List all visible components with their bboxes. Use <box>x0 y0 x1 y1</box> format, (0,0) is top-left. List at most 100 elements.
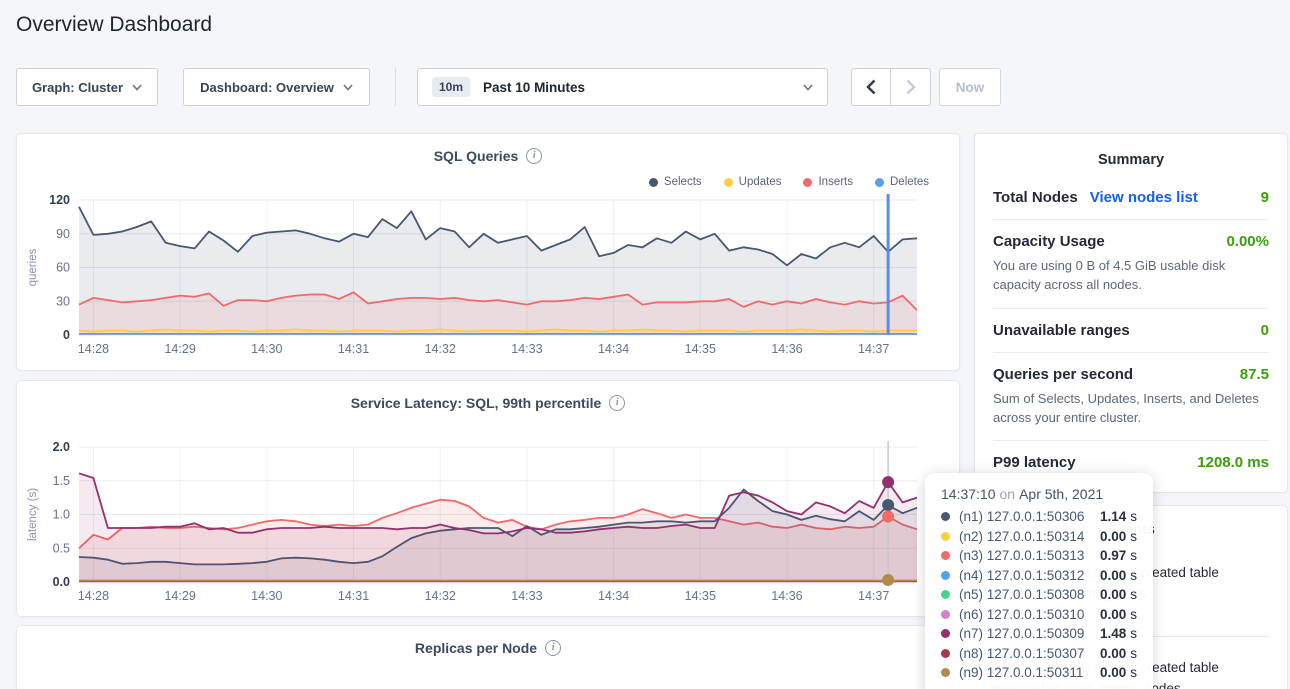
svg-text:14:30: 14:30 <box>251 589 282 603</box>
svg-text:14:34: 14:34 <box>598 342 629 356</box>
tooltip-node-dot <box>941 668 950 677</box>
tooltip-node-address: (n1) 127.0.0.1:50306 <box>959 509 1090 524</box>
svg-text:14:36: 14:36 <box>771 589 802 603</box>
tooltip-date: Apr 5th, 2021 <box>1019 486 1103 502</box>
tooltip-row: (n3) 127.0.0.1:503130.97 s <box>941 548 1137 563</box>
svg-text:14:29: 14:29 <box>164 342 195 356</box>
summary-value: 9 <box>1261 189 1269 206</box>
chevron-right-icon <box>906 79 916 95</box>
tooltip-value: 0.00 <box>1090 607 1126 622</box>
tooltip-node-dot <box>941 610 950 619</box>
svg-text:14:30: 14:30 <box>251 342 282 356</box>
chevron-down-icon <box>343 84 353 91</box>
tooltip-unit: s <box>1130 646 1137 661</box>
tooltip-value: 0.00 <box>1090 568 1126 583</box>
graph-dropdown[interactable]: Graph: Cluster <box>16 68 158 106</box>
tooltip-node-address: (n8) 127.0.0.1:50307 <box>959 646 1090 661</box>
tooltip-row: (n7) 127.0.0.1:503091.48s <box>941 626 1137 641</box>
tooltip-node-address: (n4) 127.0.0.1:50312 <box>959 568 1090 583</box>
service-latency-panel: Service Latency: SQL, 99th percentile i … <box>16 380 960 617</box>
svg-text:2.0: 2.0 <box>53 440 70 454</box>
summary-label: Queries per second <box>993 366 1133 383</box>
chart-tooltip: 14:37:10onApr 5th, 2021 (n1) 127.0.0.1:5… <box>925 473 1153 689</box>
tooltip-value: 0.00 <box>1090 665 1126 680</box>
overview-dashboard-page: Overview Dashboard Graph: Cluster Dashbo… <box>0 0 1290 689</box>
info-icon[interactable]: i <box>545 640 561 656</box>
tooltip-row: (n5) 127.0.0.1:503080.00s <box>941 587 1137 602</box>
tooltip-node-dot <box>941 551 950 560</box>
panel-title: Replicas per Node i <box>17 640 959 656</box>
nodes-list-link[interactable]: View nodes list <box>1090 189 1198 206</box>
svg-text:14:31: 14:31 <box>338 589 369 603</box>
time-range-picker[interactable]: 10m Past 10 Minutes <box>417 68 828 106</box>
tooltip-unit: s <box>1130 509 1137 524</box>
info-icon[interactable]: i <box>526 148 542 164</box>
tooltip-row: (n1) 127.0.0.1:503061.14 s <box>941 509 1137 524</box>
tooltip-node-address: (n2) 127.0.0.1:50314 <box>959 529 1090 544</box>
svg-text:14:37: 14:37 <box>858 589 889 603</box>
toolbar-divider <box>395 68 396 106</box>
tooltip-unit: s <box>1130 626 1137 641</box>
svg-text:1.0: 1.0 <box>53 508 70 522</box>
summary-row-capacity: Capacity Usage 0.00% You are using 0 B o… <box>993 219 1269 308</box>
svg-text:14:32: 14:32 <box>425 342 456 356</box>
summary-description: Sum of Selects, Updates, Inserts, and De… <box>993 390 1269 428</box>
tooltip-unit: s <box>1130 548 1137 563</box>
svg-text:14:35: 14:35 <box>685 589 716 603</box>
tooltip-value: 0.97 <box>1090 548 1126 563</box>
tooltip-connector: on <box>1000 486 1016 502</box>
prev-range-button[interactable] <box>851 68 891 106</box>
chevron-left-icon <box>866 79 876 95</box>
svg-text:0: 0 <box>63 328 70 342</box>
svg-text:0.5: 0.5 <box>53 541 70 555</box>
tooltip-unit: s <box>1130 529 1137 544</box>
tooltip-time: 14:37:10 <box>941 486 996 502</box>
service-latency-chart[interactable]: 14:2814:2914:3014:3114:3214:3314:3414:35… <box>17 411 959 611</box>
sql-queries-title: SQL Queries <box>434 148 519 164</box>
svg-text:14:36: 14:36 <box>771 342 802 356</box>
tooltip-row: (n4) 127.0.0.1:503120.00 s <box>941 568 1137 583</box>
tooltip-value: 1.14 <box>1090 509 1126 524</box>
tooltip-row: (n6) 127.0.0.1:503100.00 s <box>941 607 1137 622</box>
svg-text:120: 120 <box>49 193 70 207</box>
svg-text:14:29: 14:29 <box>164 589 195 603</box>
tooltip-node-dot <box>941 590 950 599</box>
svg-text:latency (s): latency (s) <box>27 488 39 541</box>
tooltip-node-address: (n6) 127.0.0.1:50310 <box>959 607 1090 622</box>
chart-tooltip-rows: (n1) 127.0.0.1:503061.14s(n2) 127.0.0.1:… <box>941 509 1137 680</box>
svg-text:14:28: 14:28 <box>78 342 109 356</box>
dashboard-dropdown[interactable]: Dashboard: Overview <box>183 68 370 106</box>
info-icon[interactable]: i <box>609 395 625 411</box>
svg-text:14:28: 14:28 <box>78 589 109 603</box>
svg-text:queries: queries <box>27 248 39 286</box>
tooltip-row: (n9) 127.0.0.1:503110.00s <box>941 665 1137 680</box>
summary-value: 87.5 <box>1240 366 1269 383</box>
summary-title: Summary <box>975 152 1287 168</box>
panel-title: Service Latency: SQL, 99th percentile i <box>17 395 959 411</box>
tooltip-value: 0.00 <box>1090 587 1126 602</box>
svg-text:14:32: 14:32 <box>425 589 456 603</box>
replicas-per-node-panel: Replicas per Node i <box>16 625 960 689</box>
tooltip-unit: s <box>1130 607 1137 622</box>
now-button[interactable]: Now <box>939 68 1001 106</box>
summary-label: Total Nodes <box>993 189 1078 206</box>
service-latency-title: Service Latency: SQL, 99th percentile <box>351 395 602 411</box>
tooltip-node-dot <box>941 512 950 521</box>
summary-label: P99 latency <box>993 454 1076 471</box>
tooltip-node-dot <box>941 571 950 580</box>
tooltip-row: (n2) 127.0.0.1:503140.00 s <box>941 529 1137 544</box>
summary-panel: Summary Total Nodes View nodes list 9 Ca… <box>974 133 1288 493</box>
summary-label: Unavailable ranges <box>993 322 1130 339</box>
svg-text:14:33: 14:33 <box>511 589 542 603</box>
summary-row-unavailable-ranges: Unavailable ranges 0 <box>993 308 1269 352</box>
tooltip-node-address: (n3) 127.0.0.1:50313 <box>959 548 1090 563</box>
summary-value: 0.00% <box>1226 233 1269 250</box>
sql-queries-chart[interactable]: 14:2814:2914:3014:3114:3214:3314:3414:35… <box>17 164 959 364</box>
sql-queries-panel: SQL Queries i SelectsUpdatesInsertsDelet… <box>16 133 960 371</box>
tooltip-unit: s <box>1130 568 1137 583</box>
next-range-button[interactable] <box>891 68 931 106</box>
chevron-down-icon <box>803 84 813 91</box>
tooltip-value: 0.00 <box>1090 529 1126 544</box>
tooltip-value: 0.00 <box>1090 646 1126 661</box>
dashboard-dropdown-label: Dashboard: Overview <box>200 80 334 95</box>
